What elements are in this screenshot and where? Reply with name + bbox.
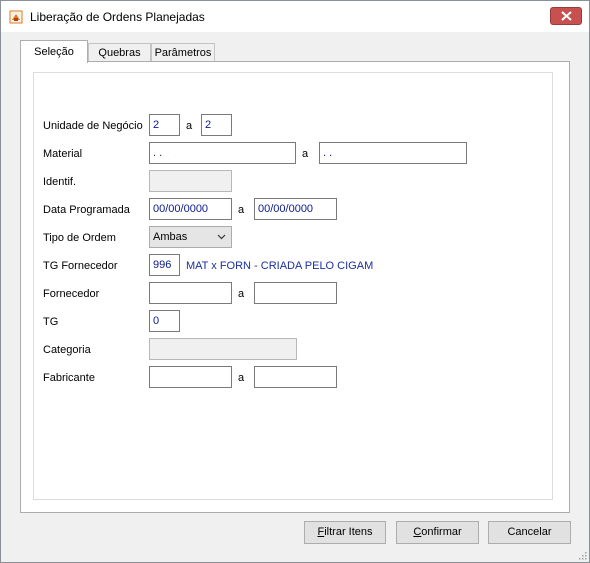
material-from-input[interactable]: . . bbox=[149, 142, 296, 164]
tg-input[interactable]: 0 bbox=[149, 310, 180, 332]
identif-input bbox=[149, 170, 232, 192]
material-separator: a bbox=[302, 148, 309, 160]
tab-selecao[interactable]: Seleção bbox=[20, 40, 88, 63]
fornecedor-from-input[interactable] bbox=[149, 282, 232, 304]
data-programada-to-input[interactable]: 00/00/0000 bbox=[254, 198, 337, 220]
filtrar-label: iltrar Itens bbox=[324, 526, 373, 538]
tg-label: TG bbox=[43, 316, 59, 328]
tg-fornecedor-label: TG Fornecedor bbox=[43, 260, 118, 272]
tg-fornecedor-input[interactable]: 996 bbox=[149, 254, 180, 276]
material-to-input[interactable]: . . bbox=[319, 142, 467, 164]
close-icon bbox=[561, 11, 572, 21]
chevron-down-icon bbox=[217, 234, 226, 240]
fabricante-separator: a bbox=[238, 372, 245, 384]
close-button[interactable] bbox=[550, 7, 582, 25]
title-bar: Liberação de Ordens Planejadas bbox=[1, 1, 589, 32]
data-programada-from-input[interactable]: 00/00/0000 bbox=[149, 198, 232, 220]
unidade-negocio-from-input[interactable]: 2 bbox=[149, 114, 180, 136]
window-title: Liberação de Ordens Planejadas bbox=[30, 10, 205, 24]
unidade-negocio-label: Unidade de Negócio bbox=[43, 120, 143, 132]
material-label: Material bbox=[43, 148, 83, 160]
fabricante-to-input[interactable] bbox=[254, 366, 337, 388]
fabricante-from-input[interactable] bbox=[149, 366, 232, 388]
dialog-window: Liberação de Ordens Planejadas Seleção Q… bbox=[0, 0, 590, 563]
dialog-client-area: Seleção Quebras Parâmetros Unidade de Ne… bbox=[1, 32, 589, 562]
tipo-ordem-select[interactable]: Ambas bbox=[149, 226, 232, 248]
data-programada-separator: a bbox=[238, 204, 245, 216]
identif-label: Identif. bbox=[43, 176, 77, 188]
tipo-ordem-label: Tipo de Ordem bbox=[43, 232, 116, 244]
app-icon bbox=[9, 10, 23, 24]
confirmar-button[interactable]: Confirmar bbox=[396, 521, 479, 544]
tab-quebras[interactable]: Quebras bbox=[88, 43, 151, 62]
unidade-negocio-separator: a bbox=[186, 120, 193, 132]
tab-parametros[interactable]: Parâmetros bbox=[151, 43, 215, 62]
unidade-negocio-to-input[interactable]: 2 bbox=[201, 114, 232, 136]
tab-panel-selecao: Unidade de Negócio 2 a 2 Material . . a … bbox=[20, 61, 570, 513]
fabricante-label: Fabricante bbox=[43, 372, 95, 384]
tipo-ordem-value: Ambas bbox=[153, 231, 188, 243]
cancelar-button[interactable]: Cancelar bbox=[488, 521, 571, 544]
data-programada-label: Data Programada bbox=[43, 204, 130, 216]
categoria-input bbox=[149, 338, 297, 360]
fornecedor-label: Fornecedor bbox=[43, 288, 100, 300]
categoria-label: Categoria bbox=[43, 344, 91, 356]
tg-fornecedor-description: MAT x FORN - CRIADA PELO CIGAM bbox=[186, 260, 374, 272]
filtrar-itens-button[interactable]: Filtrar Itens bbox=[304, 521, 386, 544]
fornecedor-separator: a bbox=[238, 288, 245, 300]
fornecedor-to-input[interactable] bbox=[254, 282, 337, 304]
resize-grip-icon[interactable] bbox=[577, 550, 587, 560]
confirmar-label: onfirmar bbox=[421, 526, 462, 538]
